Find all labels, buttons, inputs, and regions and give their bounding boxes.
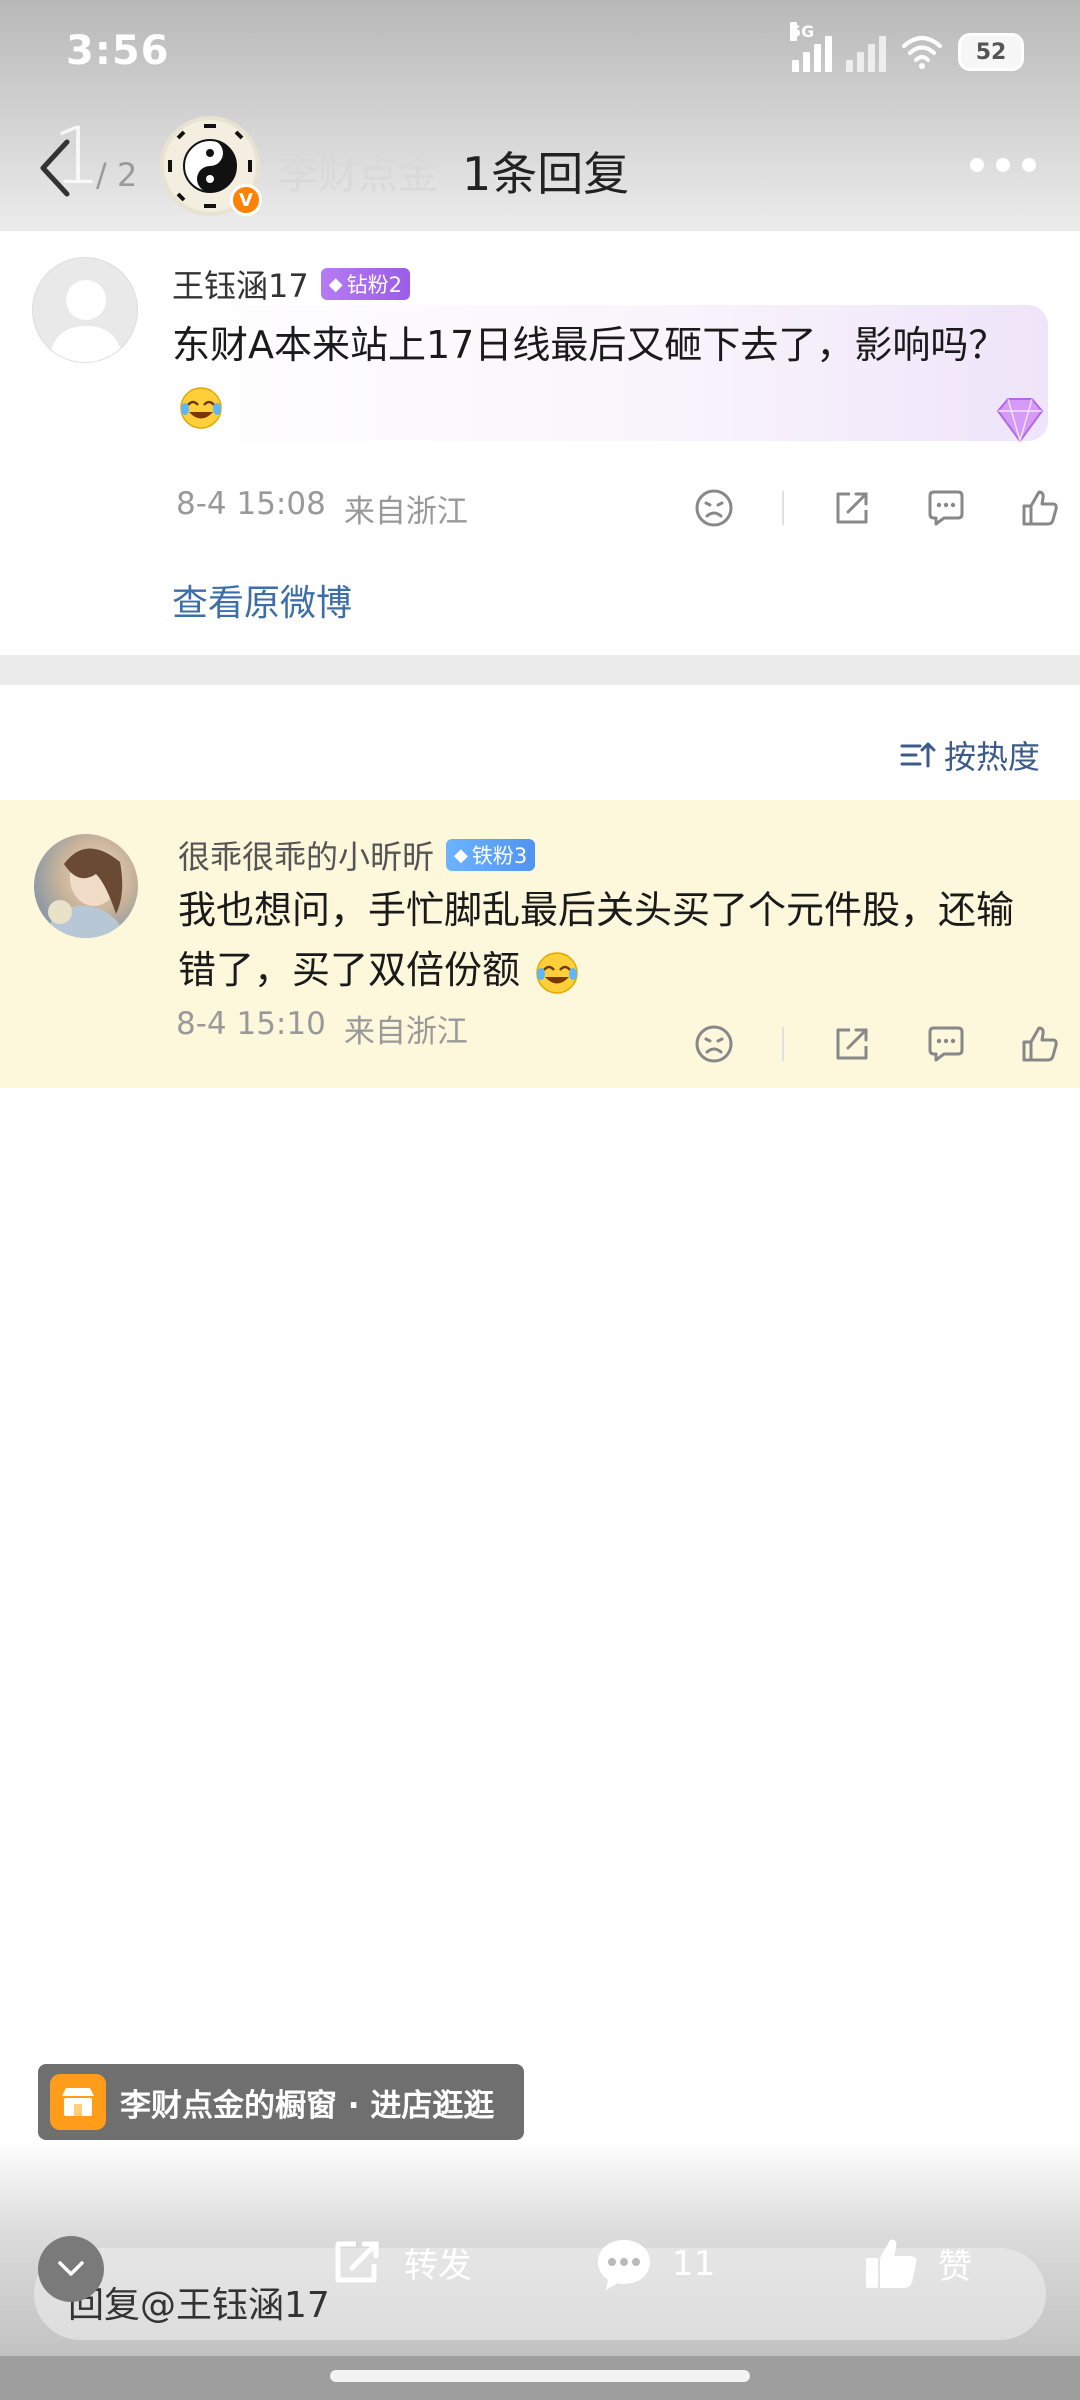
top-header: 3:56 5G 52 1 / 2 V 李财点金 1条回复 (0, 0, 1080, 230)
shop-icon (50, 2074, 106, 2130)
reply-actions (690, 1020, 1064, 1068)
diamond-decoration-icon (996, 398, 1044, 444)
main-comment: 王钰涵17 ◆ 钻粉2 东财A本来站上17日线最后又砸下去了，影响吗？ (0, 230, 1080, 655)
author-avatar[interactable]: V (160, 116, 262, 216)
battery-indicator: 52 (958, 33, 1024, 71)
user-avatar[interactable] (32, 257, 138, 363)
chevron-down-icon (58, 2261, 84, 2276)
comment-username[interactable]: 王钰涵17 (172, 261, 309, 307)
share-icon[interactable] (828, 1020, 876, 1068)
comment-count-button[interactable]: 11 (594, 2236, 715, 2292)
repost-button[interactable]: 转发 (330, 2236, 472, 2288)
diamond-icon: ◆ (454, 844, 468, 866)
comment-text-body: 东财A本来站上17日线最后又砸下去了，影响吗？ (172, 323, 1007, 367)
fan-badge[interactable]: ◆ 铁粉3 (446, 839, 536, 871)
comment-meta-row: 8-4 15:08 来自浙江 (176, 486, 468, 531)
shop-window-label: 李财点金的橱窗 · 进店逛逛 (120, 2087, 495, 2124)
signal-icon: 5G (790, 22, 832, 72)
avatar-photo (44, 848, 128, 938)
dislike-face-icon[interactable] (690, 1020, 738, 1068)
reply-text: 我也想问，手忙脚乱最后关头买了个元件股，还输错了，买了双倍份额 (178, 880, 1038, 1000)
more-dot-icon (1022, 158, 1036, 172)
bottom-toolbar: 转发 11 赞 (0, 2230, 1080, 2310)
collapse-button[interactable] (38, 2236, 104, 2302)
back-button[interactable] (30, 128, 80, 208)
comment-header: 王钰涵17 ◆ 钻粉2 (172, 261, 410, 307)
action-divider (782, 1027, 784, 1061)
signal-2-icon (846, 32, 886, 72)
repost-label: 转发 (404, 2245, 472, 2286)
laugh-cry-emoji-icon (536, 951, 578, 994)
comment-count: 11 (672, 2244, 716, 2284)
section-divider (0, 655, 1080, 685)
page-total: / 2 (96, 156, 138, 194)
comment-location: 来自浙江 (343, 494, 468, 530)
like-button[interactable]: 赞 (862, 2236, 972, 2290)
share-icon[interactable] (828, 484, 876, 532)
author-name[interactable]: 李财点金 (278, 142, 438, 200)
like-label: 赞 (938, 2246, 972, 2287)
default-avatar-icon (49, 280, 123, 362)
repost-icon (335, 2241, 379, 2283)
diamond-icon: ◆ (328, 273, 343, 295)
fan-badge[interactable]: ◆ 钻粉2 (320, 268, 410, 300)
home-indicator[interactable] (330, 2370, 750, 2382)
more-button[interactable] (970, 158, 1036, 172)
status-icons: 5G 52 (790, 22, 1024, 80)
sort-label: 按热度 (943, 738, 1040, 776)
view-original-link[interactable]: 查看原微博 (172, 574, 352, 626)
fan-badge-label: 铁粉3 (471, 844, 528, 868)
like-icon[interactable] (1016, 484, 1064, 532)
action-divider (782, 491, 784, 525)
reply-username[interactable]: 很乖很乖的小昕昕 (178, 832, 434, 878)
sort-toggle[interactable]: 按热度 (900, 732, 1040, 778)
dislike-face-icon[interactable] (690, 484, 738, 532)
wifi-icon (902, 36, 942, 69)
more-dot-icon (996, 158, 1010, 172)
more-dot-icon (970, 158, 984, 172)
reply-location: 来自浙江 (343, 1014, 468, 1050)
comment-icon[interactable] (922, 1020, 970, 1068)
comment-text: 东财A本来站上17日线最后又砸下去了，影响吗？ (172, 315, 1012, 435)
thumbs-up-icon (866, 2239, 917, 2288)
sort-icon (900, 742, 936, 768)
page-title: 1条回复 (462, 147, 630, 201)
reply-item: 很乖很乖的小昕昕 ◆ 铁粉3 我也想问，手忙脚乱最后关头买了个元件股，还输错了，… (0, 800, 1080, 1088)
fan-badge-label: 钻粉2 (346, 273, 402, 297)
shop-window-banner[interactable]: 李财点金的橱窗 · 进店逛逛 (38, 2064, 524, 2140)
reply-text-body: 我也想问，手忙脚乱最后关头买了个元件股，还输错了，买了双倍份额 (178, 888, 1015, 992)
laugh-cry-emoji-icon (180, 386, 222, 429)
like-icon[interactable] (1016, 1020, 1064, 1068)
chevron-left-icon (40, 139, 70, 197)
reply-meta-row: 8-4 15:10 来自浙江 (176, 1006, 468, 1051)
reply-header: 很乖很乖的小昕昕 ◆ 铁粉3 (178, 832, 536, 878)
reply-user-avatar[interactable] (34, 834, 138, 938)
reply-time: 8-4 15:10 (176, 1006, 326, 1042)
comment-time: 8-4 15:08 (176, 486, 326, 522)
verified-badge: V (230, 184, 262, 216)
comment-actions (690, 484, 1064, 532)
comment-bubble-icon (598, 2240, 650, 2290)
storefront-icon (62, 2088, 94, 2116)
comment-icon[interactable] (922, 484, 970, 532)
network-label: 5G (790, 22, 815, 41)
status-time: 3:56 (66, 28, 170, 74)
